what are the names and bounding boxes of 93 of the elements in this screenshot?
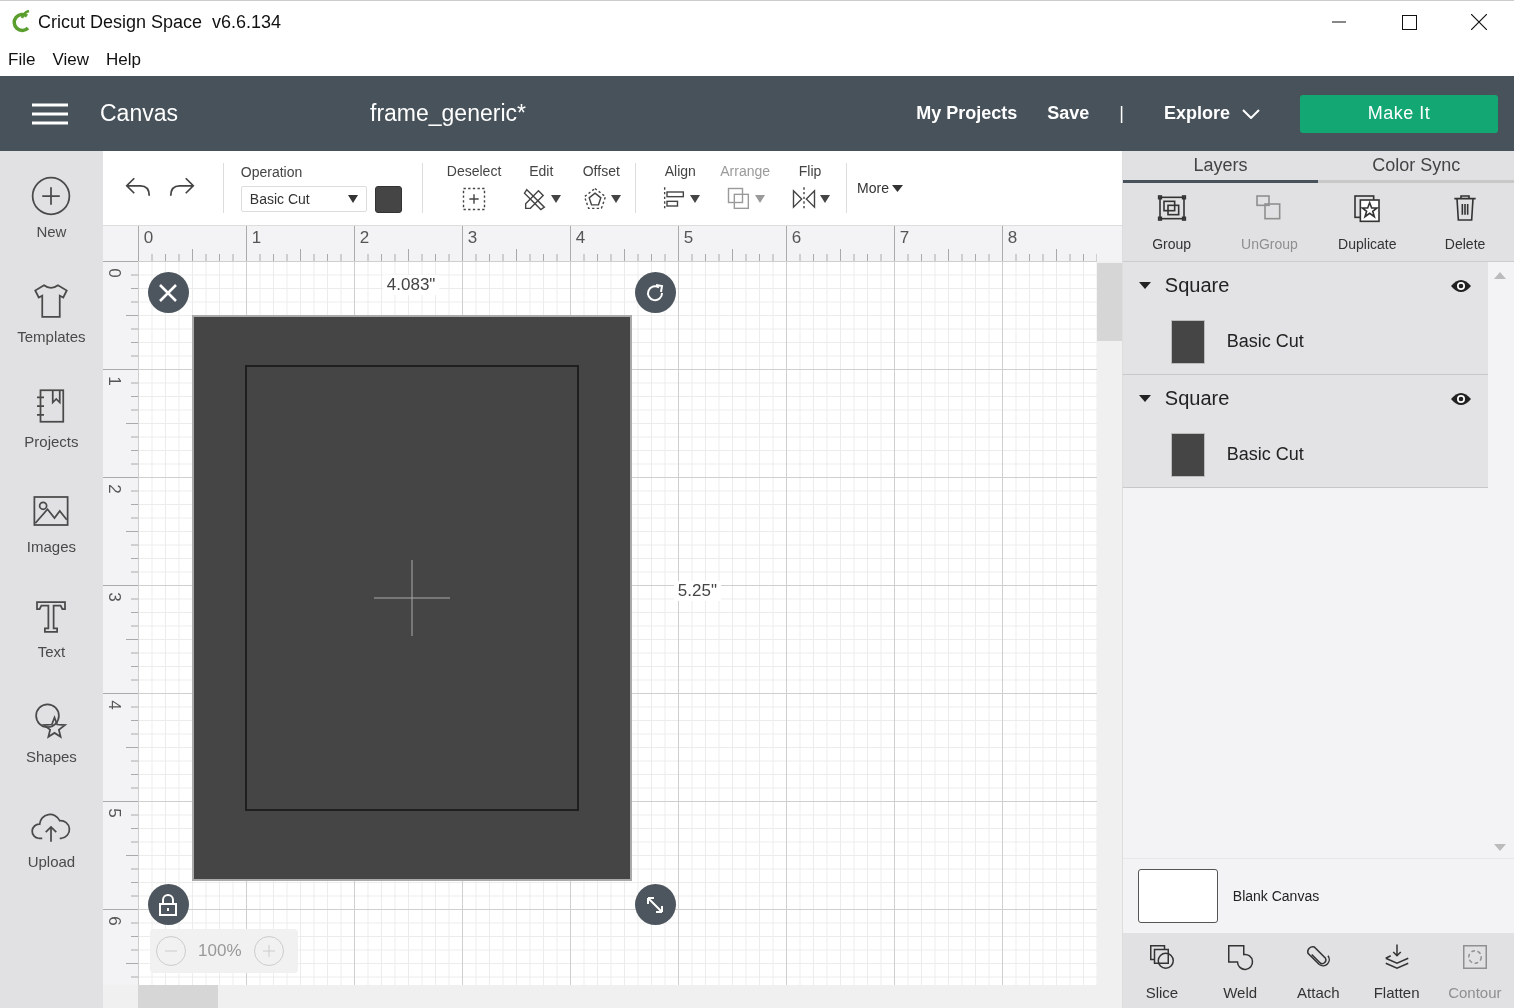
flatten-button[interactable]: Flatten bbox=[1357, 933, 1436, 1008]
layer-group[interactable]: Square Basic Cut bbox=[1122, 374, 1488, 488]
ruler-label: 3 bbox=[103, 592, 124, 602]
scroll-up-icon[interactable] bbox=[1493, 271, 1506, 279]
menu-item[interactable]: View bbox=[44, 49, 98, 70]
menu-item[interactable]: Help bbox=[97, 49, 150, 70]
blank-canvas-label: Blank Canvas bbox=[1232, 888, 1320, 905]
canvas-thumbnail[interactable] bbox=[1137, 869, 1218, 924]
explore-button[interactable]: Explore bbox=[1163, 103, 1230, 124]
resize-handle[interactable] bbox=[634, 884, 676, 925]
crosshair-icon bbox=[373, 560, 450, 636]
layer-name: Square bbox=[1164, 387, 1231, 411]
sidebar-item[interactable]: Templates bbox=[0, 280, 103, 362]
header-separator: | bbox=[1119, 103, 1124, 124]
ruler-label: 4 bbox=[575, 228, 586, 248]
layer-label: Basic Cut bbox=[1226, 444, 1304, 466]
layer-name: Square bbox=[1164, 274, 1231, 298]
ruler-label: 2 bbox=[103, 484, 124, 494]
scrollbar-thumb[interactable] bbox=[137, 985, 218, 1008]
new-icon bbox=[30, 175, 73, 217]
deselect-tool-button[interactable]: Deselect bbox=[436, 163, 512, 213]
vertical-scrollbar[interactable] bbox=[1096, 261, 1122, 985]
edit-tool-button[interactable]: Edit bbox=[511, 163, 572, 213]
color-swatch[interactable] bbox=[374, 185, 402, 213]
minimize-icon bbox=[1332, 21, 1346, 23]
align-tool-button[interactable]: Align bbox=[650, 163, 711, 213]
scroll-down-icon[interactable] bbox=[1493, 843, 1506, 851]
more-button[interactable]: More bbox=[846, 163, 913, 213]
close-icon bbox=[1471, 14, 1487, 30]
ruler-label: 6 bbox=[791, 228, 802, 248]
caret-icon bbox=[611, 195, 622, 203]
caret-icon bbox=[892, 184, 903, 192]
window-title: Cricut Design Space bbox=[38, 11, 203, 33]
menu-button[interactable] bbox=[32, 102, 68, 125]
caret-icon bbox=[690, 195, 701, 203]
caret-icon bbox=[755, 195, 766, 203]
layer-label: Basic Cut bbox=[1226, 331, 1304, 353]
ruler-label: 4 bbox=[103, 700, 124, 710]
attach-button[interactable]: Attach bbox=[1279, 933, 1358, 1008]
eye-icon[interactable] bbox=[1449, 391, 1472, 406]
ruler-label: 0 bbox=[103, 268, 124, 278]
lock-icon bbox=[158, 893, 179, 916]
menu-icon bbox=[32, 102, 68, 125]
sidebar-item[interactable]: Projects bbox=[0, 385, 103, 467]
height-label: 5.25" bbox=[673, 581, 721, 601]
resize-icon bbox=[645, 894, 666, 915]
ruler-label: 1 bbox=[103, 376, 124, 386]
header-link[interactable]: Save bbox=[1047, 103, 1090, 124]
rotate-handle[interactable] bbox=[634, 272, 676, 313]
flip-tool-button[interactable]: Flip bbox=[780, 163, 841, 213]
ruler-label: 7 bbox=[899, 228, 910, 248]
menu-item[interactable]: File bbox=[0, 49, 45, 70]
maximize-icon bbox=[1401, 14, 1417, 30]
sidebar-item[interactable]: Images bbox=[0, 490, 103, 572]
ruler-label: 1 bbox=[251, 228, 262, 248]
plus-icon bbox=[262, 945, 275, 957]
page-title: Canvas bbox=[100, 100, 179, 127]
sidebar-item[interactable]: Text bbox=[0, 595, 103, 677]
ruler-label: 5 bbox=[103, 808, 124, 818]
weld-button[interactable]: Weld bbox=[1201, 933, 1280, 1008]
layer-group[interactable]: Square Basic Cut bbox=[1122, 261, 1488, 375]
group-button[interactable]: Group bbox=[1122, 182, 1221, 261]
ruler-label: 2 bbox=[359, 228, 370, 248]
sidebar-item[interactable]: Upload bbox=[0, 805, 103, 887]
slice-button[interactable]: Slice bbox=[1122, 933, 1202, 1008]
project-name: frame_generic* bbox=[370, 100, 527, 127]
delete-handle[interactable] bbox=[147, 272, 189, 313]
ruler-label: 0 bbox=[143, 228, 154, 248]
zoom-level: 100% bbox=[197, 941, 243, 961]
scrollbar-thumb[interactable] bbox=[1096, 263, 1122, 341]
header-link[interactable]: My Projects bbox=[916, 103, 1018, 124]
app-version: v6.6.134 bbox=[212, 11, 282, 33]
ruler-label: 5 bbox=[683, 228, 694, 248]
eye-icon[interactable] bbox=[1449, 278, 1472, 293]
sidebar-item[interactable]: New bbox=[0, 175, 103, 257]
caret-icon bbox=[347, 195, 358, 203]
close-icon bbox=[158, 282, 179, 303]
ruler-label: 8 bbox=[1007, 228, 1018, 248]
lock-handle[interactable] bbox=[147, 884, 189, 925]
caret-icon bbox=[820, 195, 831, 203]
width-label: 4.083" bbox=[382, 275, 440, 295]
app-logo-icon bbox=[10, 10, 32, 34]
chevron-down-icon bbox=[1242, 108, 1260, 119]
horizontal-scrollbar[interactable] bbox=[102, 985, 1122, 1008]
operation-dropdown[interactable]: Basic Cut bbox=[240, 186, 367, 212]
sidebar-item[interactable]: Shapes bbox=[0, 700, 103, 782]
ruler-label: 6 bbox=[103, 916, 124, 926]
offset-tool-button[interactable]: Offset bbox=[571, 163, 632, 213]
caret-icon bbox=[551, 195, 562, 203]
operation-label: Operation bbox=[240, 163, 304, 180]
duplicate-button[interactable]: Duplicate bbox=[1318, 182, 1417, 261]
ruler-label: 3 bbox=[467, 228, 478, 248]
delete-button[interactable]: Delete bbox=[1416, 182, 1514, 261]
